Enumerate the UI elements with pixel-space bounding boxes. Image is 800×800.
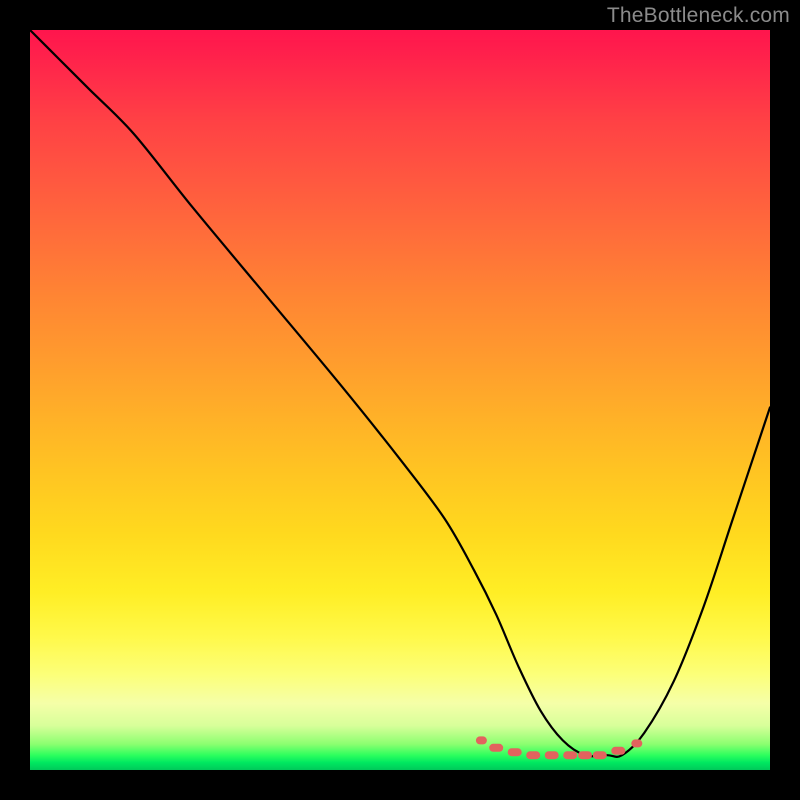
chart-plot-area [30,30,770,770]
optimal-marker [593,751,607,759]
optimal-marker [611,747,625,755]
bottleneck-curve-path [30,30,770,757]
optimal-marker [545,751,559,759]
optimal-marker [631,739,642,747]
chart-frame: TheBottleneck.com [0,0,800,800]
optimal-marker [508,748,522,756]
watermark-text: TheBottleneck.com [607,4,790,28]
optimal-marker [476,736,487,744]
chart-svg [30,30,770,770]
optimal-marker [563,751,577,759]
optimal-marker [578,751,592,759]
optimal-marker [526,751,540,759]
optimal-marker [489,744,503,752]
